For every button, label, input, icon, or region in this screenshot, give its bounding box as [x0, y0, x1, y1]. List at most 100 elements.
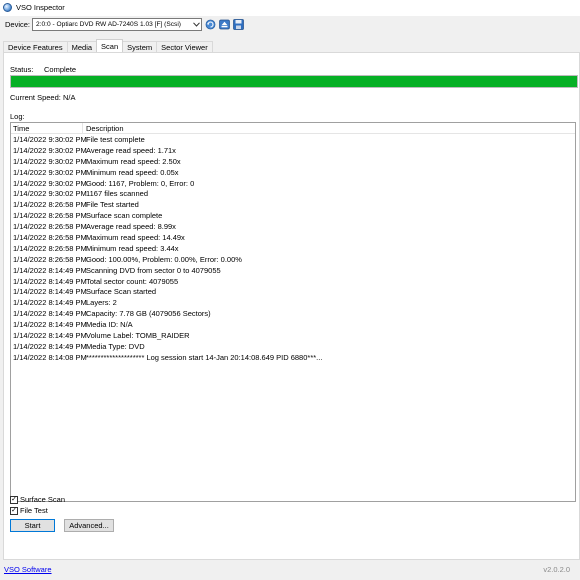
log-list[interactable]: Time Description 1/14/2022 9:30:02 PM Fil…	[10, 122, 576, 502]
log-description: ******************** Log session start 1…	[86, 352, 323, 362]
log-description: Layers: 2	[86, 298, 117, 308]
log-time: 1/14/2022 8:14:49 PM	[13, 265, 87, 275]
device-toolbar: Device: 2:0:0 - Optiarc DVD RW AD-7240S …	[0, 16, 580, 32]
window-title: VSO Inspector	[16, 2, 65, 12]
tab-strip: Device Features Media Scan System Sector…	[3, 39, 213, 52]
tab-system[interactable]: System	[122, 41, 158, 52]
log-row[interactable]: 1/14/2022 8:26:58 PM Average read speed: …	[11, 221, 575, 232]
log-time: 1/14/2022 9:30:02 PM	[13, 167, 87, 177]
device-dropdown-value: 2:0:0 - Optiarc DVD RW AD-7240S 1.03 [F]…	[36, 20, 181, 28]
log-description: Media Type: DVD	[86, 341, 145, 351]
log-description: File test complete	[86, 134, 145, 144]
log-time: 1/14/2022 8:14:49 PM	[13, 298, 87, 308]
log-row[interactable]: 1/14/2022 8:26:58 PM Maximum read speed: …	[11, 232, 575, 243]
log-row[interactable]: 1/14/2022 8:14:49 PM Layers: 2	[11, 297, 575, 308]
file-test-option[interactable]: ✓ File Test	[10, 506, 48, 515]
log-row[interactable]: 1/14/2022 8:26:58 PM Surface scan complet…	[11, 210, 575, 221]
file-test-label: File Test	[20, 506, 48, 515]
log-row[interactable]: 1/14/2022 8:14:08 PM ********************…	[11, 352, 575, 363]
start-button[interactable]: Start	[10, 519, 55, 532]
chevron-down-icon[interactable]	[191, 19, 201, 30]
column-header-description[interactable]: Description	[83, 123, 575, 133]
log-description: Maximum read speed: 2.50x	[86, 156, 181, 166]
log-time: 1/14/2022 8:14:49 PM	[13, 276, 87, 286]
log-row[interactable]: 1/14/2022 8:14:49 PM Volume Label: TOMB_R…	[11, 330, 575, 341]
log-row[interactable]: 1/14/2022 9:30:02 PM Average read speed: …	[11, 145, 575, 156]
device-label: Device:	[5, 19, 31, 29]
scan-panel: Status: Complete Current Speed: N/A Log:…	[3, 52, 580, 560]
log-time: 1/14/2022 9:30:02 PM	[13, 156, 87, 166]
log-time: 1/14/2022 8:26:58 PM	[13, 232, 87, 242]
tab-scan[interactable]: Scan	[96, 39, 124, 52]
tab-device-features[interactable]: Device Features	[3, 41, 68, 52]
log-description: Scanning DVD from sector 0 to 4079055	[86, 265, 221, 275]
log-description: Good: 1167, Problem: 0, Error: 0	[86, 178, 195, 188]
refresh-icon[interactable]	[205, 19, 216, 30]
device-dropdown[interactable]: 2:0:0 - Optiarc DVD RW AD-7240S 1.03 [F]…	[32, 17, 202, 31]
log-rows: 1/14/2022 9:30:02 PM File test complete 1/…	[11, 134, 575, 363]
tab-media[interactable]: Media	[66, 41, 98, 52]
log-time: 1/14/2022 9:30:02 PM	[13, 145, 87, 155]
log-description: 1167 files scanned	[86, 189, 148, 199]
log-time: 1/14/2022 8:26:58 PM	[13, 254, 87, 264]
log-row[interactable]: 1/14/2022 8:14:49 PM Media ID: N/A	[11, 319, 575, 330]
log-description: Volume Label: TOMB_RAIDER	[86, 330, 190, 340]
log-description: Media ID: N/A	[86, 320, 133, 330]
log-row[interactable]: 1/14/2022 8:26:58 PM Good: 100.00%, Probl…	[11, 254, 575, 265]
log-row[interactable]: 1/14/2022 9:30:02 PM 1167 files scanned	[11, 188, 575, 199]
log-time: 1/14/2022 8:14:49 PM	[13, 309, 87, 319]
log-description: Surface Scan started	[86, 287, 157, 297]
log-row[interactable]: 1/14/2022 9:30:02 PM File test complete	[11, 134, 575, 145]
tab-label: Device Features	[8, 42, 63, 52]
log-description: Minimum read speed: 0.05x	[86, 167, 179, 177]
log-time: 1/14/2022 9:30:02 PM	[13, 189, 87, 199]
log-description: Maximum read speed: 14.49x	[86, 232, 185, 242]
log-time: 1/14/2022 8:14:49 PM	[13, 330, 87, 340]
log-row[interactable]: 1/14/2022 9:30:02 PM Minimum read speed: …	[11, 167, 575, 178]
scan-progress-bar	[10, 75, 578, 88]
version-label: v2.0.2.0	[543, 565, 570, 574]
log-row[interactable]: 1/14/2022 8:14:49 PM Capacity: 7.78 GB (4…	[11, 308, 575, 319]
tab-sector-viewer[interactable]: Sector Viewer	[156, 41, 213, 52]
log-time: 1/14/2022 8:14:08 PM	[13, 352, 87, 362]
log-time: 1/14/2022 8:14:49 PM	[13, 287, 87, 297]
log-time: 1/14/2022 8:26:58 PM	[13, 243, 87, 253]
tab-label: Scan	[101, 41, 119, 51]
surface-scan-checkbox[interactable]: ✓	[10, 495, 18, 504]
log-description: File Test started	[86, 200, 139, 210]
tab-label: System	[127, 42, 153, 52]
log-time: 1/14/2022 8:14:49 PM	[13, 320, 87, 330]
log-row[interactable]: 1/14/2022 8:14:49 PM Total sector count: …	[11, 276, 575, 287]
column-header-time[interactable]: Time	[11, 123, 83, 133]
log-row[interactable]: 1/14/2022 8:26:58 PM File Test started	[11, 199, 575, 210]
log-time: 1/14/2022 8:26:58 PM	[13, 222, 87, 232]
log-row[interactable]: 1/14/2022 8:14:49 PM Media Type: DVD	[11, 341, 575, 352]
status-value: Complete	[44, 65, 77, 74]
log-description: Capacity: 7.78 GB (4079056 Sectors)	[86, 309, 211, 319]
eject-icon[interactable]	[219, 19, 230, 30]
advanced-button[interactable]: Advanced...	[64, 519, 114, 532]
surface-scan-label: Surface Scan	[20, 495, 66, 504]
title-bar: VSO Inspector	[0, 0, 580, 14]
current-speed: Current Speed: N/A	[10, 93, 76, 102]
main-area: Device Features Media Scan System Sector…	[0, 32, 580, 560]
log-description: Average read speed: 1.71x	[86, 145, 176, 155]
log-description: Good: 100.00%, Problem: 0.00%, Error: 0.…	[86, 254, 242, 264]
log-row[interactable]: 1/14/2022 9:30:02 PM Good: 1167, Problem:…	[11, 178, 575, 189]
log-time: 1/14/2022 9:30:02 PM	[13, 178, 87, 188]
save-icon[interactable]	[233, 18, 244, 30]
log-time: 1/14/2022 9:30:02 PM	[13, 134, 87, 144]
progress-fill	[11, 76, 577, 87]
log-description: Surface scan complete	[86, 211, 163, 221]
status-label: Status:	[10, 65, 34, 74]
log-row[interactable]: 1/14/2022 8:26:58 PM Minimum read speed: …	[11, 243, 575, 254]
disc-app-icon	[3, 2, 12, 12]
surface-scan-option[interactable]: ✓ Surface Scan	[10, 495, 65, 504]
log-row[interactable]: 1/14/2022 8:14:49 PM Surface Scan started	[11, 286, 575, 297]
vso-software-link[interactable]: VSO Software	[4, 565, 52, 574]
log-row[interactable]: 1/14/2022 9:30:02 PM Maximum read speed: …	[11, 156, 575, 167]
file-test-checkbox[interactable]: ✓	[10, 506, 18, 515]
log-row[interactable]: 1/14/2022 8:14:49 PM Scanning DVD from se…	[11, 265, 575, 276]
log-description: Total sector count: 4079055	[86, 276, 179, 286]
footer: VSO Software v2.0.2.0	[0, 560, 580, 580]
